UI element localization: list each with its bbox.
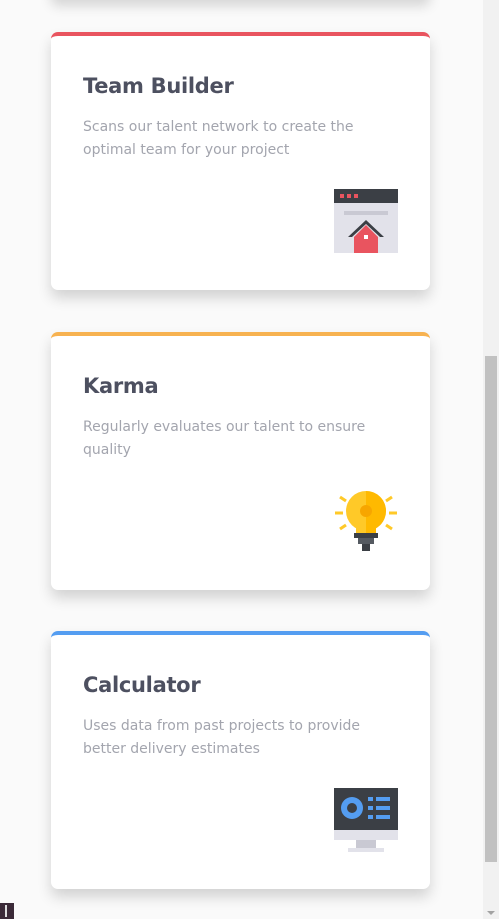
card-description: Regularly evaluates our talent to ensure… — [83, 419, 366, 458]
card-title: Calculator — [83, 673, 201, 697]
card-karma: Karma Regularly evaluates our talent to … — [51, 332, 430, 590]
scrollbar-thumb[interactable] — [485, 356, 497, 862]
card-team-builder: Team Builder Scans our talent network to… — [51, 32, 430, 290]
team-builder-icon — [334, 189, 398, 253]
card-description: Uses data from past projects to provide … — [83, 718, 361, 757]
scroll-down-arrow-icon[interactable] — [487, 911, 495, 915]
calculator-monitor-icon — [334, 788, 398, 852]
karma-lightbulb-icon — [335, 491, 397, 551]
card-title: Team Builder — [83, 74, 234, 98]
taskbar-app-icon[interactable] — [0, 903, 14, 919]
card-title: Karma — [83, 374, 159, 398]
card-description: Scans our talent network to create the o… — [83, 119, 354, 158]
card-calculator: Calculator Uses data from past projects … — [51, 631, 430, 889]
scrollbar-track[interactable] — [483, 0, 499, 919]
